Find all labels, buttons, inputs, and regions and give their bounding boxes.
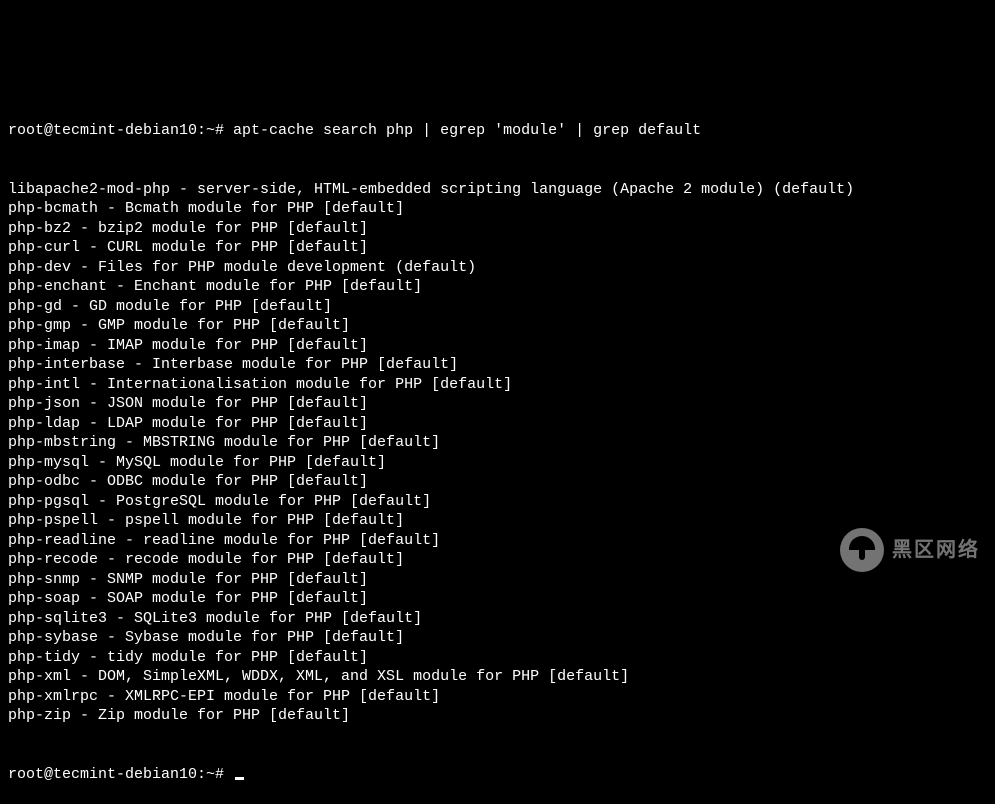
output-line: php-zip - Zip module for PHP [default] [8,706,987,726]
output-line: php-odbc - ODBC module for PHP [default] [8,472,987,492]
mushroom-icon [840,528,884,572]
cursor [235,777,244,780]
output-line: php-mysql - MySQL module for PHP [defaul… [8,453,987,473]
output-line: php-snmp - SNMP module for PHP [default] [8,570,987,590]
output-line: php-json - JSON module for PHP [default] [8,394,987,414]
watermark: 黑区网络 [840,528,980,572]
watermark-text: 黑区网络 [892,537,980,563]
output-line: php-intl - Internationalisation module f… [8,375,987,395]
output-line: php-dev - Files for PHP module developme… [8,258,987,278]
output-line: php-sqlite3 - SQLite3 module for PHP [de… [8,609,987,629]
output-block: libapache2-mod-php - server-side, HTML-e… [8,180,987,726]
output-line: php-sybase - Sybase module for PHP [defa… [8,628,987,648]
output-line: php-gmp - GMP module for PHP [default] [8,316,987,336]
output-line: php-soap - SOAP module for PHP [default] [8,589,987,609]
output-line: php-curl - CURL module for PHP [default] [8,238,987,258]
output-line: php-xmlrpc - XMLRPC-EPI module for PHP [… [8,687,987,707]
output-line: php-tidy - tidy module for PHP [default] [8,648,987,668]
output-line: php-interbase - Interbase module for PHP… [8,355,987,375]
output-line: php-xml - DOM, SimpleXML, WDDX, XML, and… [8,667,987,687]
output-line: php-ldap - LDAP module for PHP [default] [8,414,987,434]
output-line: php-gd - GD module for PHP [default] [8,297,987,317]
prompt-line: root@tecmint-debian10:~# [8,765,987,785]
output-line: php-pgsql - PostgreSQL module for PHP [d… [8,492,987,512]
command-line: root@tecmint-debian10:~# apt-cache searc… [8,121,987,141]
output-line: php-enchant - Enchant module for PHP [de… [8,277,987,297]
output-line: php-bcmath - Bcmath module for PHP [defa… [8,199,987,219]
output-line: libapache2-mod-php - server-side, HTML-e… [8,180,987,200]
prompt-text: root@tecmint-debian10:~# [8,766,233,783]
output-line: php-imap - IMAP module for PHP [default] [8,336,987,356]
output-line: php-mbstring - MBSTRING module for PHP [… [8,433,987,453]
output-line: php-bz2 - bzip2 module for PHP [default] [8,219,987,239]
